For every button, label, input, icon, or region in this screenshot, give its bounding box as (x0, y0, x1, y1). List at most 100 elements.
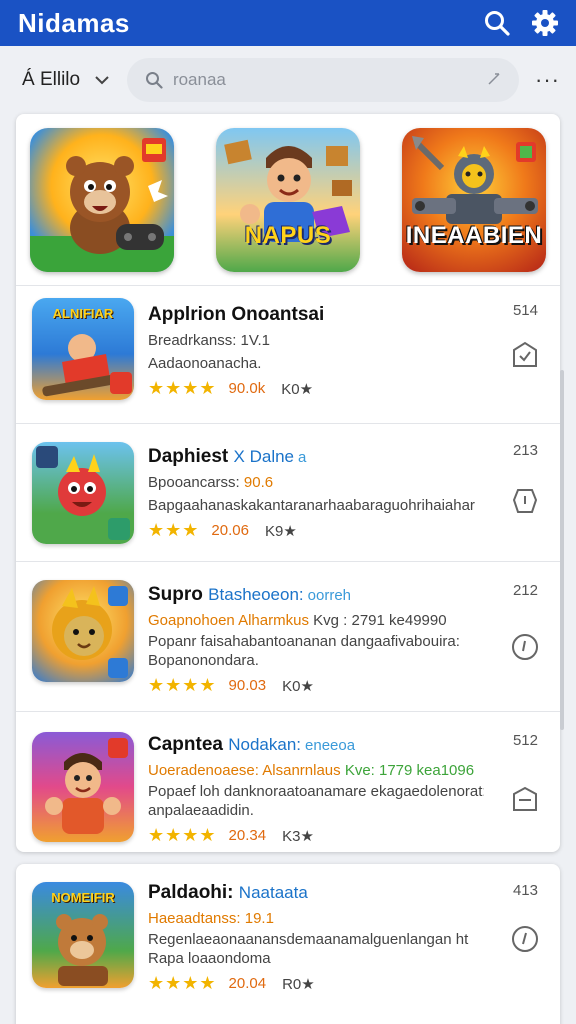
rating-value: K0★ (282, 677, 314, 695)
app-thumbnail (32, 442, 134, 544)
download-count: 90.0k (228, 380, 266, 397)
featured-game-tile[interactable] (30, 127, 174, 272)
category-dropdown[interactable]: Á Ellilo (22, 60, 119, 100)
install-icon[interactable] (510, 340, 540, 370)
app-rating-row: ★★★★ 20.34 K3★ (148, 825, 484, 846)
install-icon[interactable] (510, 632, 540, 662)
app-title: Daphiest X Dalne a (148, 446, 484, 468)
app-description-cont: Rapa loaaondoma (148, 950, 271, 967)
app-list-card: NAPUS INEAABIEN ALNIFIAR Applrion Onoant… (16, 114, 560, 852)
kid-character-icon (45, 738, 128, 834)
app-name: Capntea (148, 734, 223, 755)
settings-button[interactable] (528, 6, 562, 40)
thumbnail-title: ALNIFIAR (52, 306, 114, 321)
rating-value: K3★ (282, 827, 314, 845)
app-description-cont: anpalaeaadidin. (148, 802, 254, 819)
filter-bar: Á Ellilo ··· (0, 54, 576, 106)
app-title: Paldaohi: Naataata (148, 882, 484, 904)
install-icon[interactable] (510, 784, 540, 814)
monster-character-icon (36, 446, 130, 540)
featured-game-tile[interactable]: NAPUS (216, 127, 360, 272)
boy-character-icon (224, 139, 352, 242)
app-bar: Nidamas (0, 0, 576, 46)
app-developer: Btasheoeon: (208, 585, 304, 604)
app-version-label: Haeaadtanss: 19.1 (148, 910, 274, 927)
app-version: Uoeradenoaese: Alsanrnlaus Kve: 1779 kea… (148, 762, 484, 779)
app-subtitle: oorreh (307, 587, 351, 604)
download-count: 90.03 (228, 677, 267, 694)
install-icon[interactable] (510, 924, 540, 954)
app-name: Paldaohi: (148, 882, 234, 903)
list-item[interactable]: NOMEIFIR Paldaohi: Naataata Haeaadtanss:… (16, 864, 560, 1014)
app-name: Applrion Onoantsai (148, 304, 325, 325)
app-developer: X Dalne (233, 447, 295, 466)
app-subtitle: eneeoa (305, 737, 356, 754)
app-size: 213 (512, 442, 538, 459)
app-title: Nidamas (18, 7, 130, 38)
app-rating-row: ★★★★ 20.04 R0★ (148, 973, 484, 994)
app-size: 514 (512, 302, 538, 319)
app-description: Aadaonoanacha. (148, 355, 262, 372)
list-item[interactable]: Capntea Nodakan: eneeoa Uoeradenoaese: Al… (16, 712, 560, 852)
app-version-value: Kvg : 2791 ke49990 (313, 612, 447, 629)
app-list-card: NOMEIFIR Paldaohi: Naataata Haeaadtanss:… (16, 864, 560, 1024)
featured-title: INEAABIEN (405, 221, 543, 249)
list-item[interactable]: ALNIFIAR Applrion Onoantsai Breadrkanss:… (16, 286, 560, 424)
star-rating: ★★★★ (148, 378, 217, 398)
rating-value: K0★ (281, 380, 314, 398)
app-name: Daphiest (148, 446, 229, 467)
app-version: Breadrkanss: 1V.1 (148, 332, 271, 349)
more-options-button[interactable]: ··· (535, 67, 560, 93)
search-icon (145, 72, 163, 89)
rating-value: K9★ (264, 522, 297, 540)
category-dropdown-label: Á Ellilo (22, 69, 81, 90)
app-version: Goapnohoen Alharmkus Kvg : 2791 ke49990 (148, 612, 484, 629)
star-rating: ★★★★ (148, 825, 217, 845)
lion-character-icon (52, 586, 128, 678)
star-rating: ★★★★ (148, 973, 217, 993)
app-rating-row: ★★★★ 90.03 K0★ (148, 675, 484, 696)
app-version-label: Uoeradenoaese: Alsanrnlaus (148, 762, 341, 779)
app-version: Haeaadtanss: 19.1 (148, 910, 484, 927)
list-item[interactable]: Daphiest X Dalne a Bpooancarss: 90.6 Bapg… (16, 424, 560, 562)
rating-value: R0★ (282, 975, 315, 993)
app-description-cont: Bopanonondara. (148, 652, 259, 669)
download-count: 20.34 (228, 827, 267, 844)
search-bar[interactable] (126, 58, 520, 102)
thumbnail-title: NOMEIFIR (51, 890, 115, 905)
app-thumbnail (32, 732, 134, 842)
app-version-label: Goapnohoen Alharmkus (148, 612, 309, 629)
app-size: 212 (512, 582, 538, 599)
chevron-down-icon (95, 76, 109, 85)
app-description: Popanr faisahabantoananan dangaafivaboui… (148, 633, 460, 650)
star-rating: ★★★★ (148, 675, 217, 695)
app-rating-row: ★★★★ 90.0k K0★ (148, 378, 484, 399)
app-size: 413 (512, 882, 538, 899)
list-item[interactable]: Supro Btasheoeon: oorreh Goapnohoen Alhar… (16, 562, 560, 712)
star-rating: ★★★ (148, 520, 200, 540)
app-thumbnail: ALNIFIAR (32, 298, 134, 400)
app-size: 512 (512, 732, 538, 749)
app-subtitle: a (298, 449, 307, 466)
search-input[interactable] (172, 70, 473, 90)
search-icon (485, 11, 510, 36)
clear-icon[interactable] (487, 72, 501, 86)
robot-character-icon (412, 135, 538, 224)
app-title: Capntea Nodakan: eneeoa (148, 734, 484, 756)
app-version-value: 90.6 (243, 474, 274, 491)
app-developer: Naataata (238, 883, 308, 902)
app-thumbnail (32, 580, 134, 682)
gear-icon (532, 10, 558, 36)
install-icon[interactable] (510, 486, 540, 516)
featured-game-tile[interactable]: INEAABIEN (402, 127, 546, 272)
app-version-value: Kve: 1779 kea1096 (344, 762, 475, 779)
app-developer: Nodakan: (228, 735, 302, 754)
app-version: Bpooancarss: 90.6 (148, 474, 484, 491)
app-title: Supro Btasheoeon: oorreh (148, 584, 484, 606)
search-button[interactable] (480, 6, 514, 40)
bear-mascot-icon (30, 137, 174, 272)
featured-title: NAPUS (244, 221, 332, 249)
download-count: 20.04 (228, 975, 267, 992)
scrollbar[interactable] (560, 370, 564, 730)
app-thumbnail: NOMEIFIR (32, 882, 134, 988)
